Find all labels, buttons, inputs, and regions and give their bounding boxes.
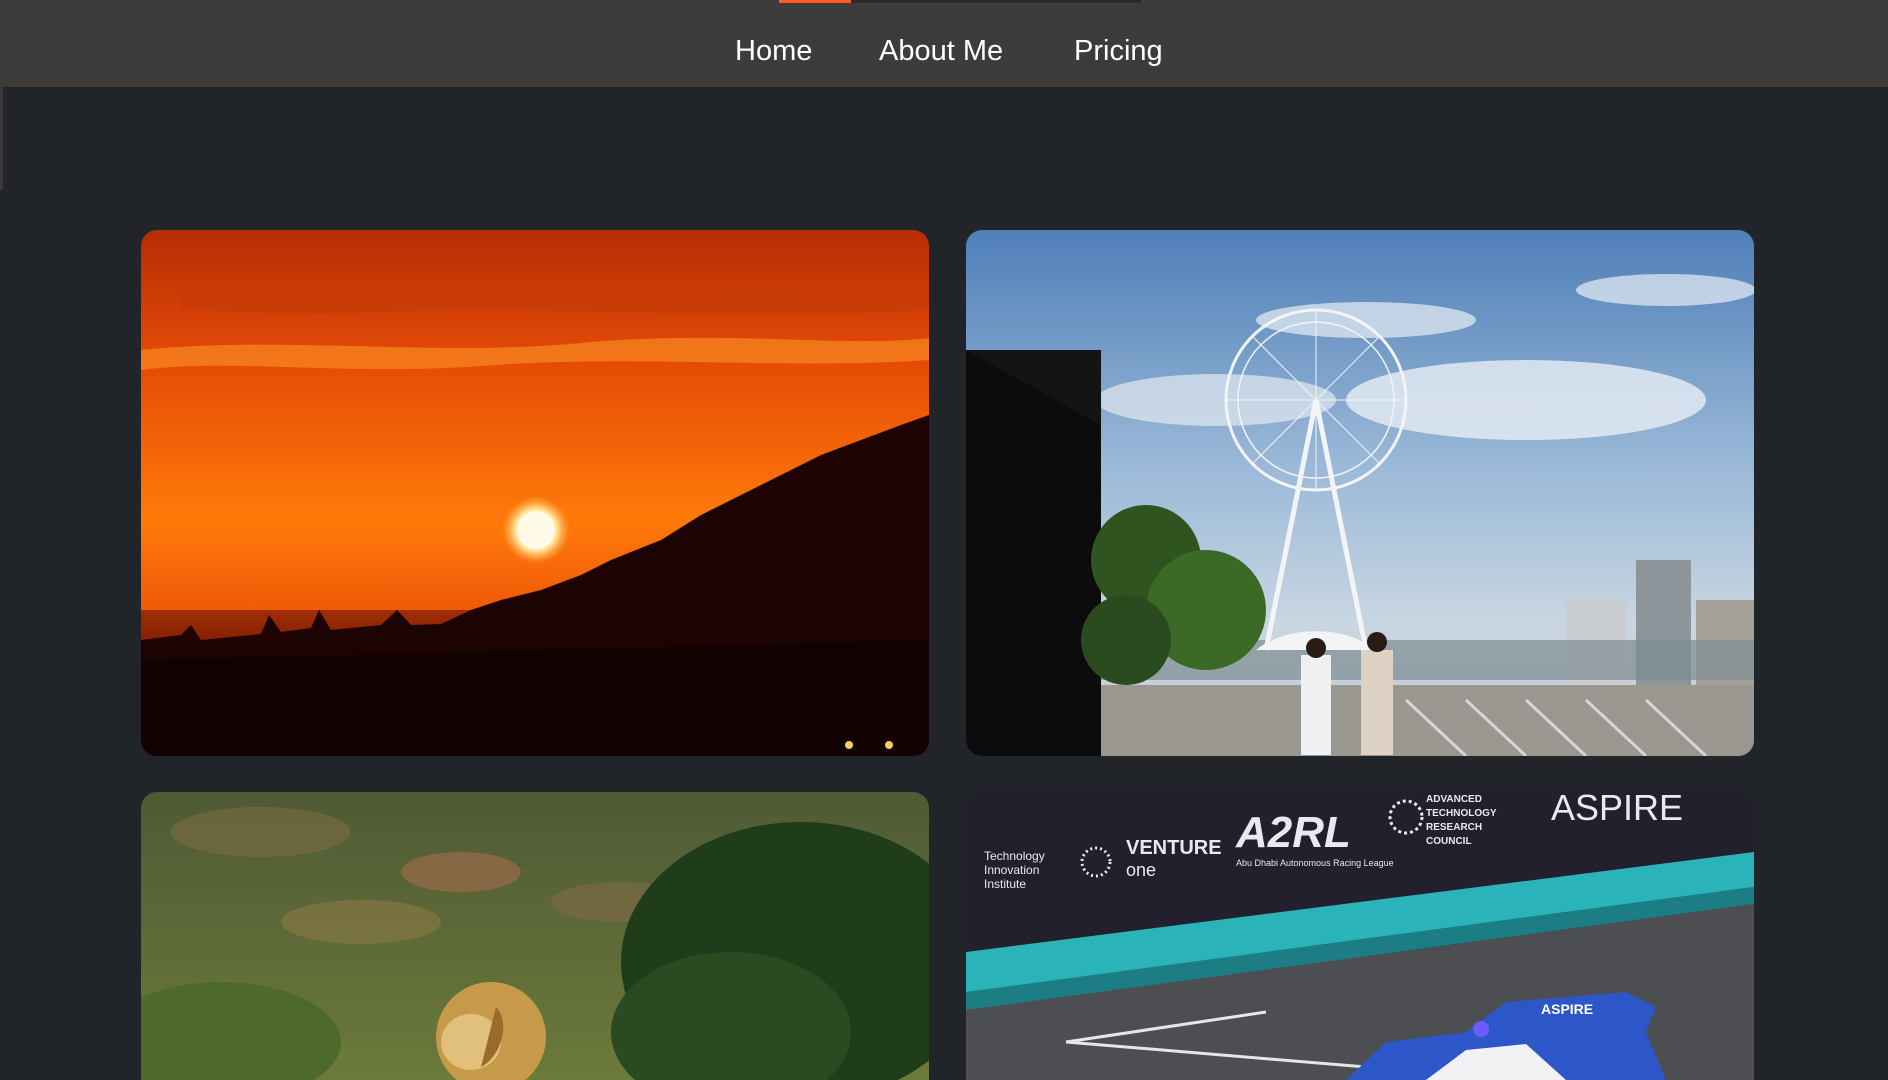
sunset-photo (141, 230, 929, 756)
photo-card-sunset[interactable] (141, 230, 929, 756)
banner-text-atrc-4: COUNCIL (1426, 836, 1472, 847)
photo-card-race-car[interactable]: Technology Innovation Institute VENTURE … (966, 792, 1754, 1080)
photo-gallery: Technology Innovation Institute VENTURE … (0, 0, 1888, 1080)
banner-text-tii-2: Innovation (984, 863, 1039, 877)
banner-text-atrc-3: RESEARCH (1426, 822, 1482, 833)
lion-photo (141, 792, 929, 1080)
ferris-wheel-photo (966, 230, 1754, 756)
photo-card-lion[interactable] (141, 792, 929, 1080)
race-car-photo: Technology Innovation Institute VENTURE … (966, 792, 1754, 1080)
banner-text-tii-3: Institute (984, 877, 1026, 891)
banner-text-venture: VENTURE (1126, 837, 1222, 859)
banner-text-tii-1: Technology (984, 849, 1045, 863)
banner-text-venture-sub: one (1126, 860, 1156, 880)
banner-text-a2rl-sub: Abu Dhabi Autonomous Racing League (1236, 858, 1394, 868)
car-label-aspire: ASPIRE (1541, 1001, 1593, 1017)
banner-text-aspire: ASPIRE (1551, 792, 1683, 828)
banner-text-a2rl: A2RL (1235, 808, 1351, 857)
banner-text-atrc-1: ADVANCED (1426, 794, 1482, 805)
photo-card-ferris-wheel[interactable] (966, 230, 1754, 756)
banner-text-atrc-2: TECHNOLOGY (1426, 808, 1497, 819)
